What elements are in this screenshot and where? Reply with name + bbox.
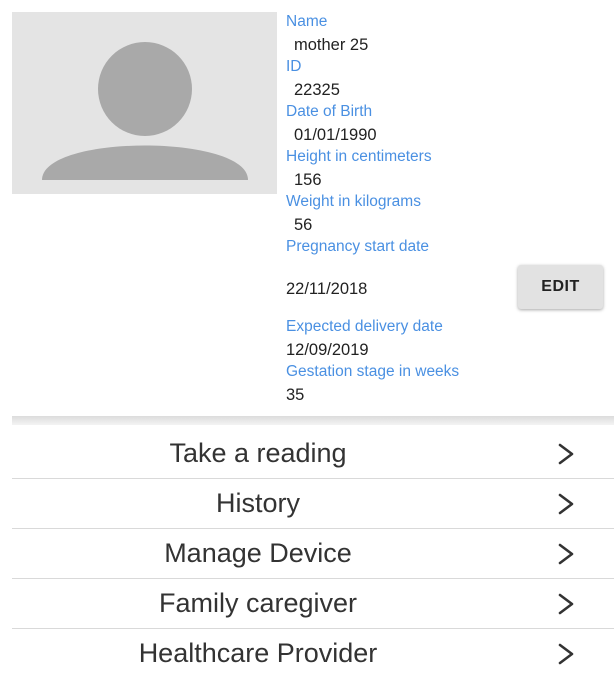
chevron-right-icon	[555, 493, 577, 515]
menu-item-label: Take a reading	[169, 438, 347, 468]
pregnancy-start-date-label: Pregnancy start date	[286, 238, 430, 255]
avatar	[12, 12, 277, 194]
expected-delivery-date-label: Expected delivery date	[286, 318, 443, 335]
name-value: mother 25	[294, 36, 369, 54]
id-label: ID	[286, 58, 302, 75]
menu-item-label: History	[215, 488, 300, 518]
expected-delivery-date-value: 12/09/2019	[286, 341, 369, 359]
height-value: 156	[294, 171, 322, 189]
date-of-birth-value: 01/01/1990	[294, 126, 377, 144]
menu-item-history[interactable]: History	[12, 479, 614, 529]
gestation-stage-value: 35	[286, 386, 305, 404]
menu-item-label: Family caregiver	[158, 588, 358, 618]
gestation-stage-label: Gestation stage in weeks	[286, 363, 460, 380]
menu-item-label: Manage Device	[164, 538, 352, 568]
person-placeholder-icon	[42, 42, 248, 180]
name-label: Name	[286, 13, 328, 30]
date-of-birth-label: Date of Birth	[286, 103, 373, 120]
menu-item-healthcare-provider[interactable]: Healthcare Provider	[12, 629, 614, 675]
menu-item-manage-device[interactable]: Manage Device	[12, 529, 614, 579]
menu-item-take-a-reading[interactable]: Take a reading	[12, 429, 614, 479]
section-divider	[12, 416, 614, 425]
id-value: 22325	[294, 81, 340, 99]
chevron-right-icon	[555, 443, 577, 465]
edit-button[interactable]: EDIT	[518, 265, 603, 309]
menu-item-family-caregiver[interactable]: Family caregiver	[12, 579, 614, 629]
weight-label: Weight in kilograms	[286, 193, 421, 210]
chevron-right-icon	[555, 543, 577, 565]
pregnancy-start-date-value: 22/11/2018	[286, 280, 368, 298]
patient-profile-screen: Name mother 25 ID 22325 Date of Birth 01…	[0, 0, 614, 675]
menu-item-label: Healthcare Provider	[138, 638, 378, 668]
height-label: Height in centimeters	[286, 148, 432, 165]
chevron-right-icon	[555, 643, 577, 665]
weight-value: 56	[294, 216, 313, 234]
chevron-right-icon	[555, 593, 577, 615]
